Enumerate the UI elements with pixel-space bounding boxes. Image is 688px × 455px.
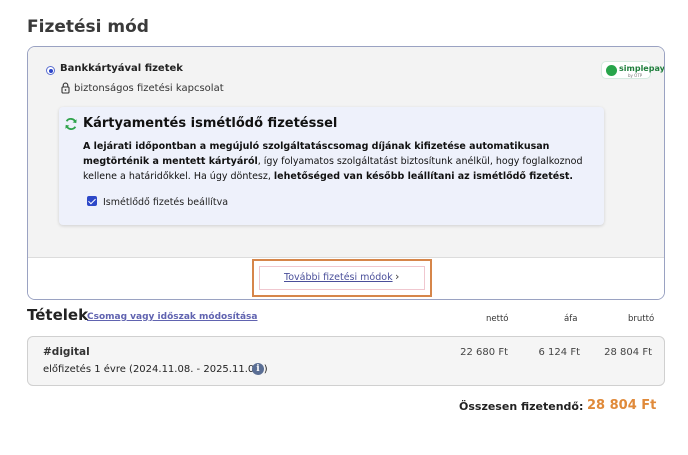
recurring-payment-title: Kártyamentés ismétlődő fizetéssel: [83, 116, 338, 131]
item-description: előfizetés 1 évre (2024.11.08. - 2025.11…: [43, 364, 268, 375]
more-payment-methods-button[interactable]: További fizetési módok ›: [252, 259, 432, 297]
recurring-payment-description: A lejárati időpontban a megújuló szolgál…: [83, 139, 603, 184]
recurring-payment-checkbox-label[interactable]: Ismétlődő fizetés beállítva: [103, 197, 228, 208]
info-icon[interactable]: i: [252, 363, 264, 375]
column-vat: áfa: [564, 314, 578, 324]
total-label: Összesen fizetendő:: [459, 400, 584, 413]
edit-package-link[interactable]: Csomag vagy időszak módosítása: [87, 312, 258, 322]
card-payment-label[interactable]: Bankkártyával fizetek: [60, 63, 183, 74]
recurring-text-bold-3: lehetőséged van később leállítani az ism…: [273, 171, 574, 182]
simplepay-logo-text: simplepay: [619, 64, 665, 73]
simplepay-logo: simplepay by OTP: [601, 61, 664, 79]
item-gross-value: 28 804 Ft: [604, 347, 652, 358]
payment-method-panel: Bankkártyával fizetek biztonságos fizeté…: [27, 46, 665, 300]
item-vat-value: 6 124 Ft: [538, 347, 580, 358]
page-title: Fizetési mód: [27, 17, 149, 37]
column-gross: bruttó: [628, 314, 655, 324]
refresh-icon: [65, 118, 77, 130]
secure-connection-text: biztonságos fizetési kapcsolat: [74, 83, 224, 94]
recurring-payment-checkbox[interactable]: [87, 196, 97, 206]
simplepay-logo-mark: [606, 65, 617, 76]
more-payment-methods-label[interactable]: További fizetési módok: [284, 272, 393, 283]
card-payment-radio[interactable]: [46, 66, 55, 75]
item-net-value: 22 680 Ft: [460, 347, 508, 358]
item-row: [27, 336, 665, 386]
item-name: #digital: [43, 346, 90, 358]
simplepay-logo-sub: by OTP: [628, 73, 643, 78]
column-net: nettó: [486, 314, 509, 324]
items-title: Tételek: [27, 306, 89, 324]
total-value: 28 804 Ft: [587, 398, 657, 413]
lock-icon: [61, 82, 70, 94]
chevron-right-icon: ›: [395, 270, 400, 283]
